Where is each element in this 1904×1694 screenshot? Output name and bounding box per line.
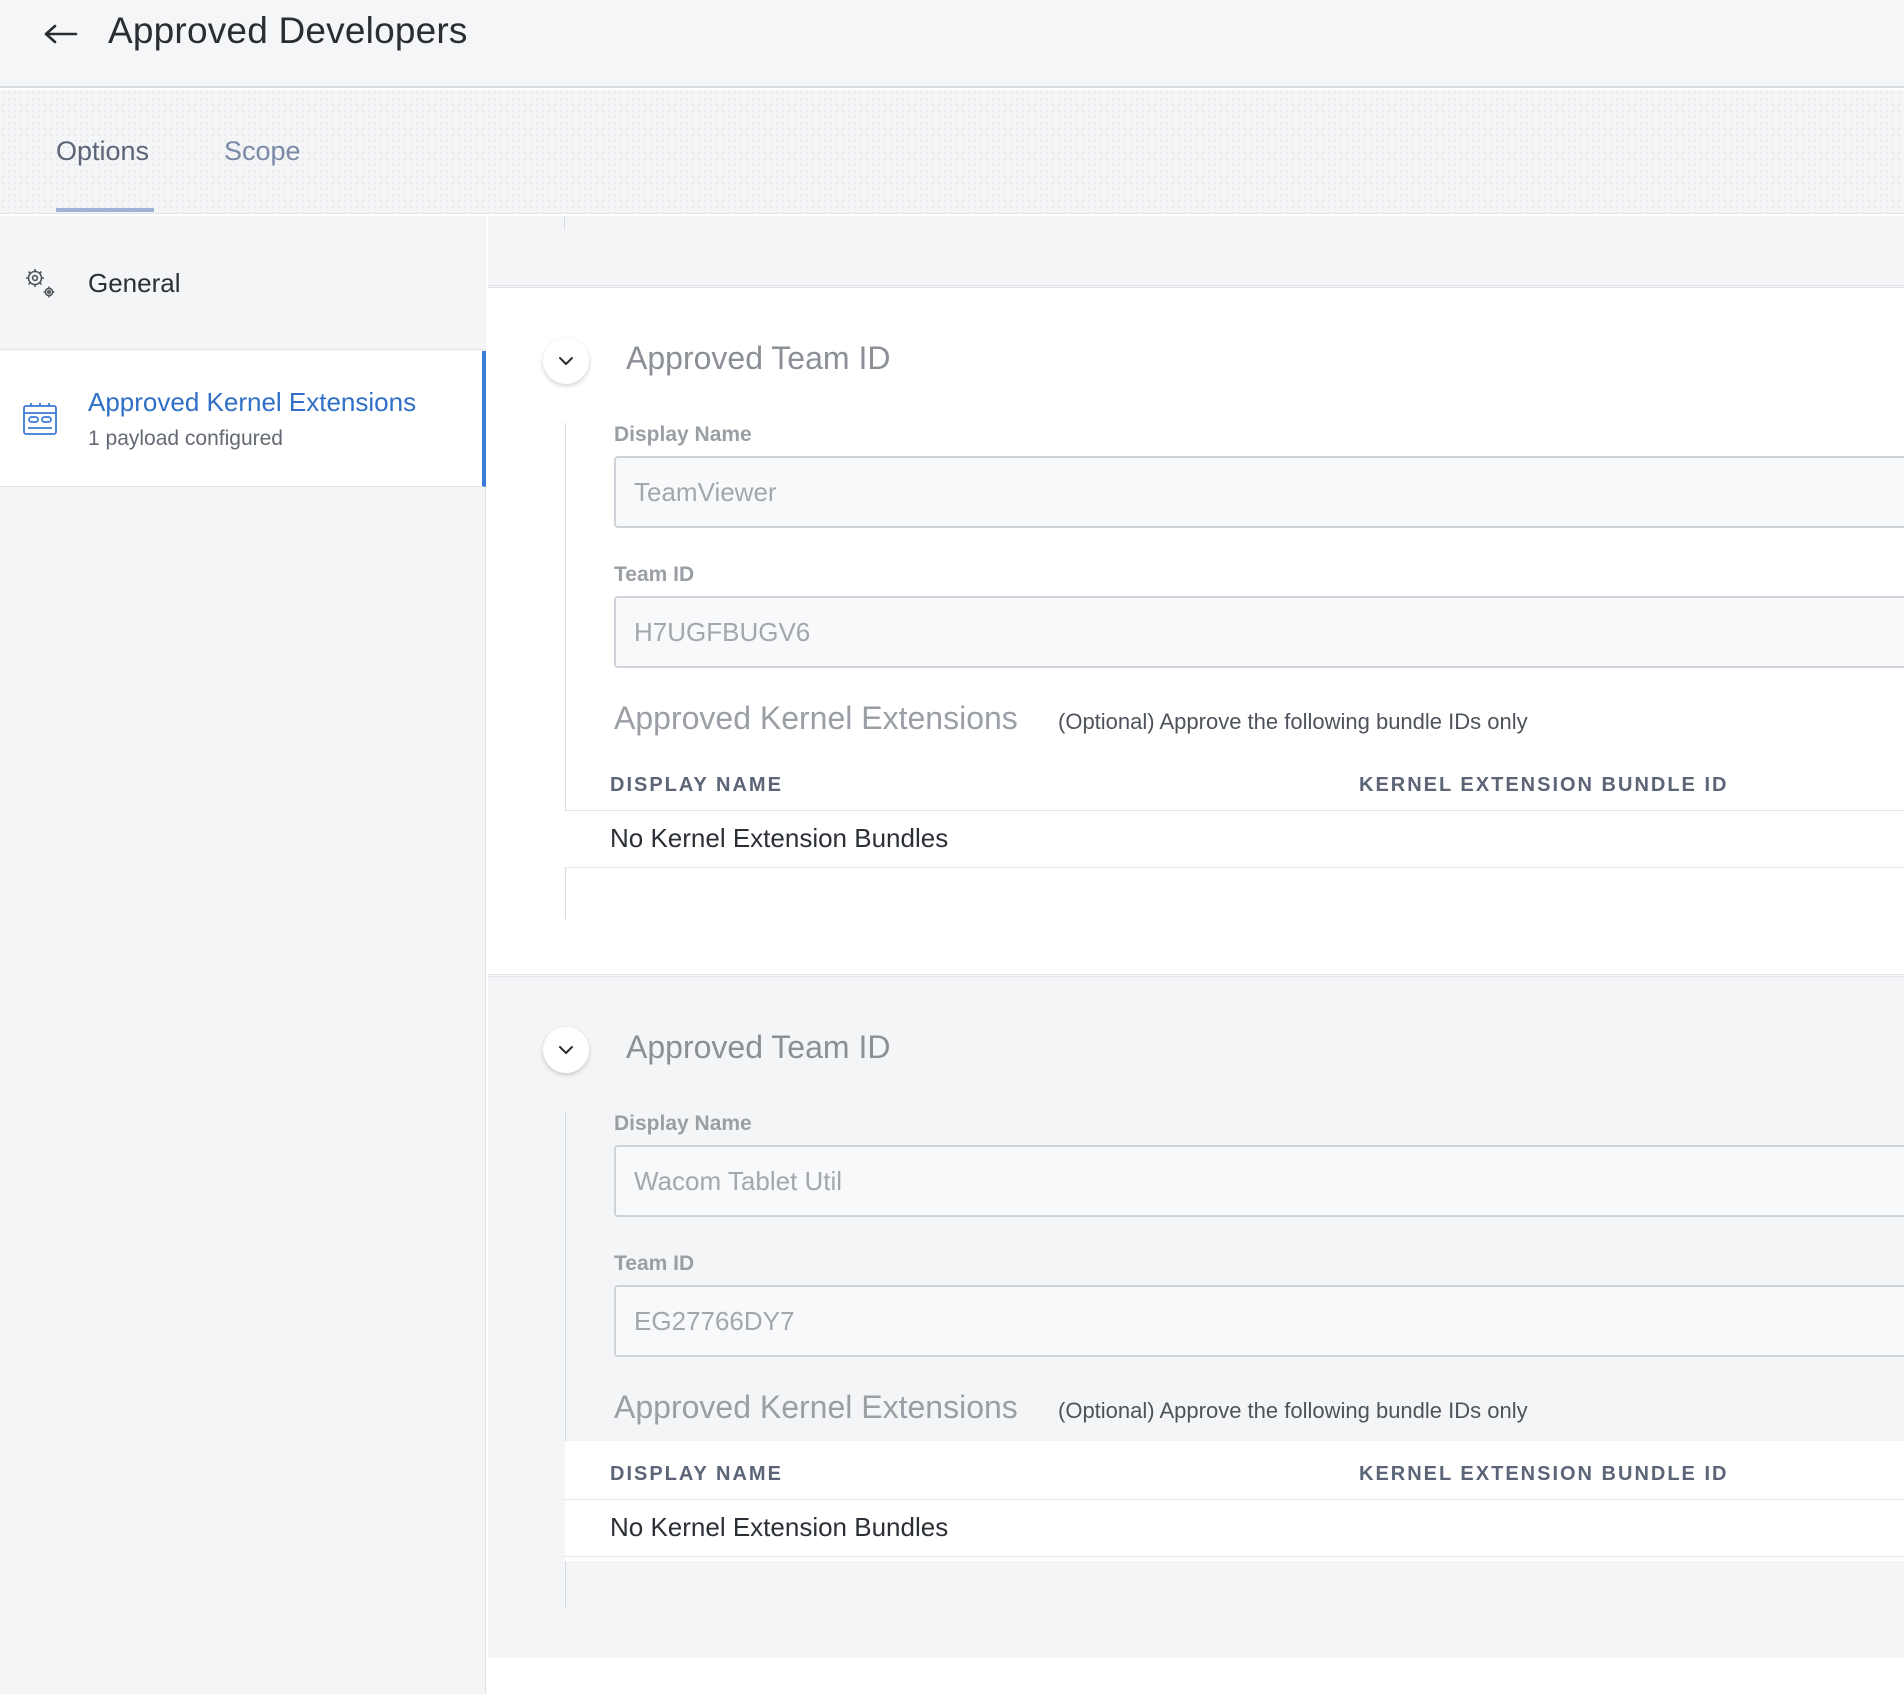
approved-team-id-card: Approved Team ID Display Name TeamViewer… [488, 287, 1904, 975]
team-id-label: Team ID [614, 563, 695, 586]
team-id-field[interactable]: H7UGFBUGV6 [614, 596, 1904, 668]
page-title: Approved Developers [108, 10, 468, 51]
display-name-field[interactable]: TeamViewer [614, 456, 1904, 528]
team-id-field[interactable]: EG27766DY7 [614, 1285, 1904, 1357]
kernel-extensions-note: (Optional) Approve the following bundle … [1058, 709, 1528, 734]
active-tab-indicator [56, 208, 154, 212]
header-bar: Approved Developers [0, 0, 1904, 88]
empty-table-message: No Kernel Extension Bundles [610, 1512, 949, 1542]
back-button[interactable] [36, 14, 86, 54]
sidebar-item-label: General [88, 268, 181, 298]
column-header-display-name[interactable]: DISPLAY NAME [610, 774, 783, 797]
collapse-button[interactable] [543, 1027, 589, 1073]
column-header-bundle-id[interactable]: KERNEL EXTENSION BUNDLE ID [1359, 1463, 1728, 1486]
tab-options[interactable]: Options [56, 136, 149, 167]
chevron-down-icon [559, 1046, 573, 1054]
column-header-bundle-id[interactable]: KERNEL EXTENSION BUNDLE ID [1359, 774, 1728, 797]
empty-table-message: No Kernel Extension Bundles [610, 823, 949, 853]
kernel-extensions-title: Approved Kernel Extensions [614, 700, 1018, 736]
divider [564, 216, 565, 230]
arrow-left-icon [44, 24, 78, 44]
kernel-extension-icon [22, 401, 58, 442]
team-id-label: Team ID [614, 1252, 695, 1275]
display-name-label: Display Name [614, 423, 752, 446]
sidebar-item-approved-kernel-extensions[interactable]: Approved Kernel Extensions 1 payload con… [0, 351, 486, 487]
card-title: Approved Team ID [626, 340, 891, 376]
card-title: Approved Team ID [626, 1029, 891, 1065]
bottom-spacer [488, 1658, 1904, 1694]
top-spacer [488, 216, 1904, 286]
sidebar: General Approved Kernel Extensions 1 pay… [0, 216, 486, 1694]
gear-icon [22, 266, 58, 305]
kernel-extensions-note: (Optional) Approve the following bundle … [1058, 1398, 1528, 1423]
kernel-extensions-table: DISPLAY NAME KERNEL EXTENSION BUNDLE ID … [565, 1441, 1904, 1561]
tab-scope[interactable]: Scope [224, 136, 301, 167]
sidebar-item-label: Approved Kernel Extensions [88, 387, 417, 417]
payload-count-text: 1 payload configured [88, 427, 283, 450]
display-name-field[interactable]: Wacom Tablet Util [614, 1145, 1904, 1217]
tab-bar: Options Scope [0, 90, 1904, 214]
column-header-display-name[interactable]: DISPLAY NAME [610, 1463, 783, 1486]
display-name-label: Display Name [614, 1112, 752, 1135]
table-row: No Kernel Extension Bundles [565, 810, 1904, 868]
table-row: No Kernel Extension Bundles [565, 1499, 1904, 1557]
chevron-down-icon [559, 357, 573, 365]
kernel-extensions-title: Approved Kernel Extensions [614, 1389, 1018, 1425]
main-content: Approved Team ID Display Name TeamViewer… [488, 216, 1904, 1694]
collapse-button[interactable] [543, 338, 589, 384]
sidebar-item-general[interactable]: General [0, 216, 486, 350]
approved-team-id-card: Approved Team ID Display Name Wacom Tabl… [488, 976, 1904, 1664]
kernel-extensions-table: DISPLAY NAME KERNEL EXTENSION BUNDLE ID … [565, 752, 1904, 872]
